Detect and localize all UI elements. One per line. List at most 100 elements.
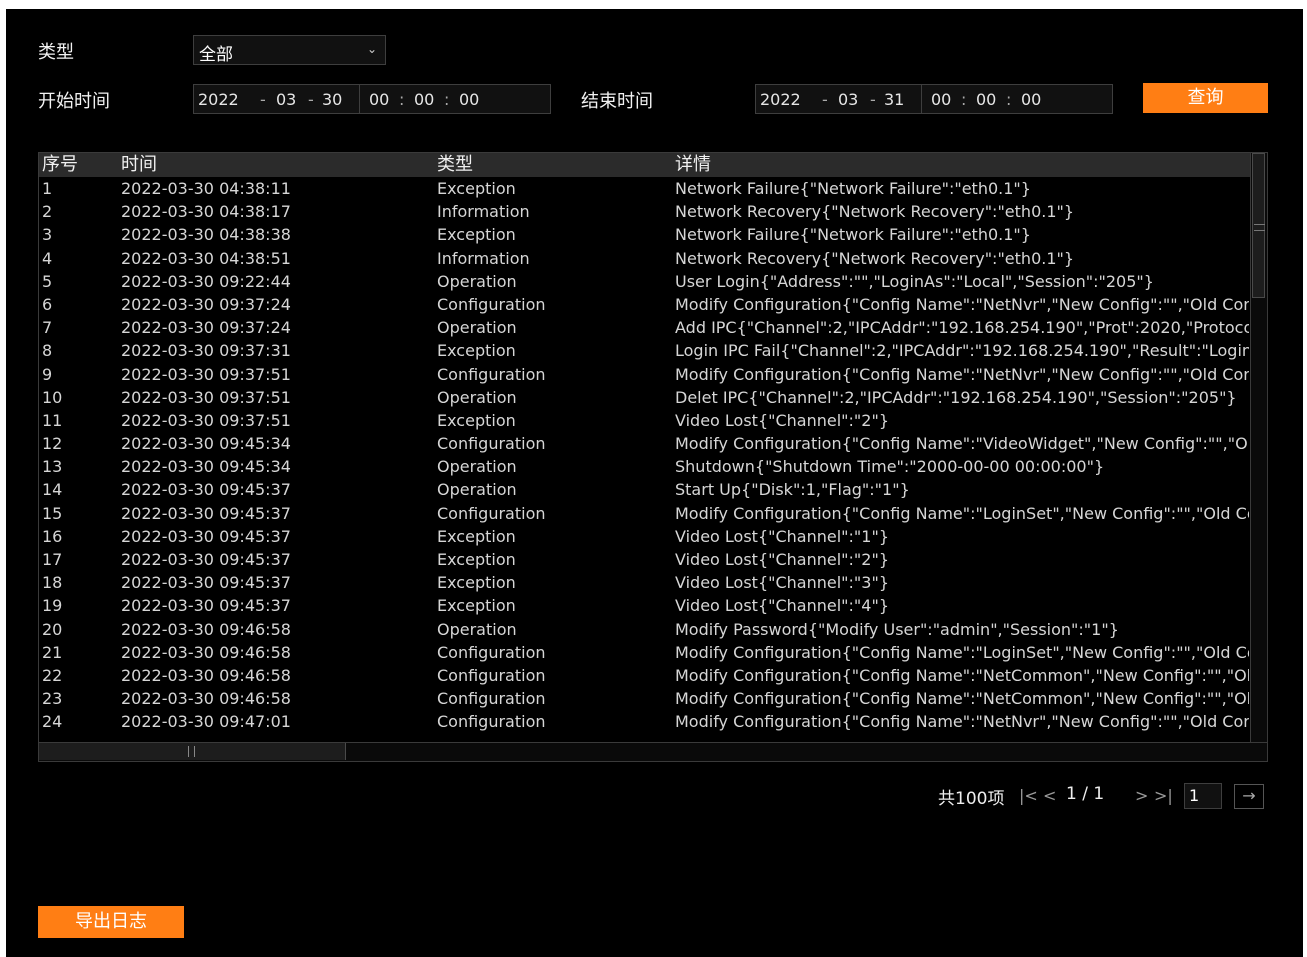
table-row[interactable]: 7 2022-03-30 09:37:24 Operation Add IPC{"Ch…: [39, 316, 1249, 339]
row-type: Configuration: [437, 294, 546, 314]
row-no: 8: [42, 341, 53, 361]
header-type[interactable]: 类型: [437, 153, 473, 177]
row-time: 2022-03-30 09:47:01: [121, 712, 291, 732]
row-no: 15: [42, 503, 63, 523]
table-row[interactable]: 2 2022-03-30 04:38:17 Information Network R…: [39, 200, 1249, 223]
row-type: Exception: [437, 550, 516, 569]
table-row[interactable]: 21 2022-03-30 09:46:58 Configuration Modify…: [39, 641, 1249, 664]
row-no: 16: [42, 526, 63, 546]
row-detail: Add IPC{"Channel":2,"IPCAddr":"192.168.2…: [675, 318, 1249, 338]
row-time: 2022-03-30 09:45:37: [121, 573, 291, 593]
row-type: Operation: [437, 271, 517, 291]
table-body: 1 2022-03-30 04:38:11 Exception Network Fai…: [39, 177, 1249, 743]
table-row[interactable]: 4 2022-03-30 04:38:51 Information Network R…: [39, 247, 1249, 270]
table-row[interactable]: 10 2022-03-30 09:37:51 Operation Delet IPC{…: [39, 386, 1249, 409]
row-time: 2022-03-30 04:38:11: [121, 179, 291, 198]
table-row[interactable]: 6 2022-03-30 09:37:24 Configuration Modify …: [39, 293, 1249, 316]
table-row[interactable]: 17 2022-03-30 09:45:37 Exception Video Lost…: [39, 548, 1249, 571]
table-row[interactable]: 1 2022-03-30 04:38:11 Exception Network Fai…: [39, 177, 1249, 200]
table-row[interactable]: 23 2022-03-30 09:46:58 Configuration Modify…: [39, 687, 1249, 710]
table-row[interactable]: 24 2022-03-30 09:47:01 Configuration Modify…: [39, 710, 1249, 733]
log-table: 序号 时间 类型 详情 1 2022-03-30 04:38:11 Exceptio…: [38, 152, 1268, 762]
row-time: 2022-03-30 09:46:58: [121, 619, 291, 639]
end-second[interactable]: 00: [1021, 90, 1041, 109]
end-hour[interactable]: 00: [931, 90, 951, 109]
header-no[interactable]: 序号: [42, 153, 78, 177]
start-year[interactable]: 2022: [198, 90, 239, 109]
type-select[interactable]: 全部 ⌄: [193, 35, 386, 65]
row-detail: Modify Configuration{"Config Name":"NetN…: [675, 294, 1249, 314]
time-separator: :: [1006, 90, 1012, 109]
row-detail: Network Failure{"Network Failure":"eth0.…: [675, 179, 1031, 198]
row-type: Configuration: [437, 642, 546, 662]
date-separator: -: [308, 90, 314, 109]
table-row[interactable]: 19 2022-03-30 09:45:37 Exception Video Lost…: [39, 594, 1249, 617]
field-divider: [921, 85, 922, 113]
row-time: 2022-03-30 09:45:34: [121, 434, 291, 454]
go-arrow-icon[interactable]: →: [1234, 784, 1264, 809]
first-page-icon[interactable]: |<: [1019, 786, 1038, 805]
end-year[interactable]: 2022: [760, 90, 801, 109]
horizontal-scroll-thumb[interactable]: [39, 743, 346, 760]
table-row[interactable]: 3 2022-03-30 04:38:38 Exception Network Fai…: [39, 223, 1249, 246]
table-row[interactable]: 5 2022-03-30 09:22:44 Operation User Login{…: [39, 270, 1249, 293]
start-day[interactable]: 30: [322, 90, 342, 109]
query-button[interactable]: 查询: [1143, 83, 1268, 113]
row-no: 14: [42, 480, 63, 500]
row-type: Exception: [437, 341, 516, 361]
export-log-button[interactable]: 导出日志: [38, 906, 184, 938]
end-month[interactable]: 03: [838, 90, 858, 109]
end-day[interactable]: 31: [884, 90, 904, 109]
vertical-scrollbar[interactable]: [1250, 153, 1267, 743]
table-row[interactable]: 12 2022-03-30 09:45:34 Configuration Modify…: [39, 432, 1249, 455]
row-detail: Network Recovery{"Network Recovery":"eth…: [675, 202, 1075, 222]
next-page-icon[interactable]: >: [1135, 786, 1148, 805]
log-panel: 类型 全部 ⌄ 开始时间 2022 - 03 - 30 00 : 00 : 00…: [6, 9, 1303, 957]
date-separator: -: [260, 90, 266, 109]
prev-page-icon[interactable]: <: [1043, 786, 1056, 805]
row-no: 9: [42, 364, 53, 384]
horizontal-scrollbar[interactable]: [39, 742, 1267, 761]
row-detail: Delet IPC{"Channel":2,"IPCAddr":"192.168…: [675, 387, 1237, 407]
table-row[interactable]: 8 2022-03-30 09:37:31 Exception Login IPC F…: [39, 339, 1249, 362]
row-time: 2022-03-30 09:46:58: [121, 665, 291, 685]
start-month[interactable]: 03: [276, 90, 296, 109]
start-second[interactable]: 00: [459, 90, 479, 109]
start-time-field[interactable]: 2022 - 03 - 30 00 : 00 : 00: [193, 84, 551, 114]
table-row[interactable]: 18 2022-03-30 09:45:37 Exception Video Lost…: [39, 571, 1249, 594]
end-minute[interactable]: 00: [976, 90, 996, 109]
vertical-scroll-thumb[interactable]: [1252, 153, 1265, 298]
row-time: 2022-03-30 04:38:17: [121, 202, 291, 222]
table-row[interactable]: 16 2022-03-30 09:45:37 Exception Video Lost…: [39, 525, 1249, 548]
table-row[interactable]: 13 2022-03-30 09:45:34 Operation Shutdown{"…: [39, 455, 1249, 478]
table-row[interactable]: 11 2022-03-30 09:37:51 Exception Video Lost…: [39, 409, 1249, 432]
table-row[interactable]: 15 2022-03-30 09:45:37 Configuration Modify…: [39, 502, 1249, 525]
header-detail[interactable]: 详情: [675, 153, 711, 177]
row-detail: Modify Configuration{"Config Name":"Logi…: [675, 503, 1249, 523]
row-detail: Modify Configuration{"Config Name":"Vide…: [675, 434, 1248, 454]
table-row[interactable]: 14 2022-03-30 09:45:37 Operation Start Up{"…: [39, 478, 1249, 501]
row-time: 2022-03-30 09:37:51: [121, 387, 291, 407]
row-no: 24: [42, 712, 63, 732]
row-time: 2022-03-30 09:45:34: [121, 457, 291, 477]
end-time-field[interactable]: 2022 - 03 - 31 00 : 00 : 00: [755, 84, 1113, 114]
last-page-icon[interactable]: >|: [1154, 786, 1173, 805]
table-row[interactable]: 9 2022-03-30 09:37:51 Configuration Modify …: [39, 363, 1249, 386]
type-label: 类型: [38, 42, 74, 63]
table-row[interactable]: 22 2022-03-30 09:46:58 Configuration Modify…: [39, 664, 1249, 687]
table-row[interactable]: 20 2022-03-30 09:46:58 Operation Modify Pas…: [39, 618, 1249, 641]
start-minute[interactable]: 00: [414, 90, 434, 109]
row-type: Exception: [437, 225, 516, 245]
header-time[interactable]: 时间: [121, 153, 157, 177]
row-detail: Modify Configuration{"Config Name":"NetN…: [675, 712, 1249, 732]
page-number-input[interactable]: 1: [1184, 783, 1222, 809]
row-detail: User Login{"Address":"","LoginAs":"Local…: [675, 271, 1154, 291]
row-type: Operation: [437, 318, 517, 338]
row-no: 11: [42, 410, 63, 430]
date-separator: -: [822, 90, 828, 109]
start-hour[interactable]: 00: [369, 90, 389, 109]
row-time: 2022-03-30 04:38:38: [121, 225, 291, 245]
row-time: 2022-03-30 09:46:58: [121, 642, 291, 662]
row-time: 2022-03-30 09:45:37: [121, 526, 291, 546]
row-type: Exception: [437, 573, 516, 593]
